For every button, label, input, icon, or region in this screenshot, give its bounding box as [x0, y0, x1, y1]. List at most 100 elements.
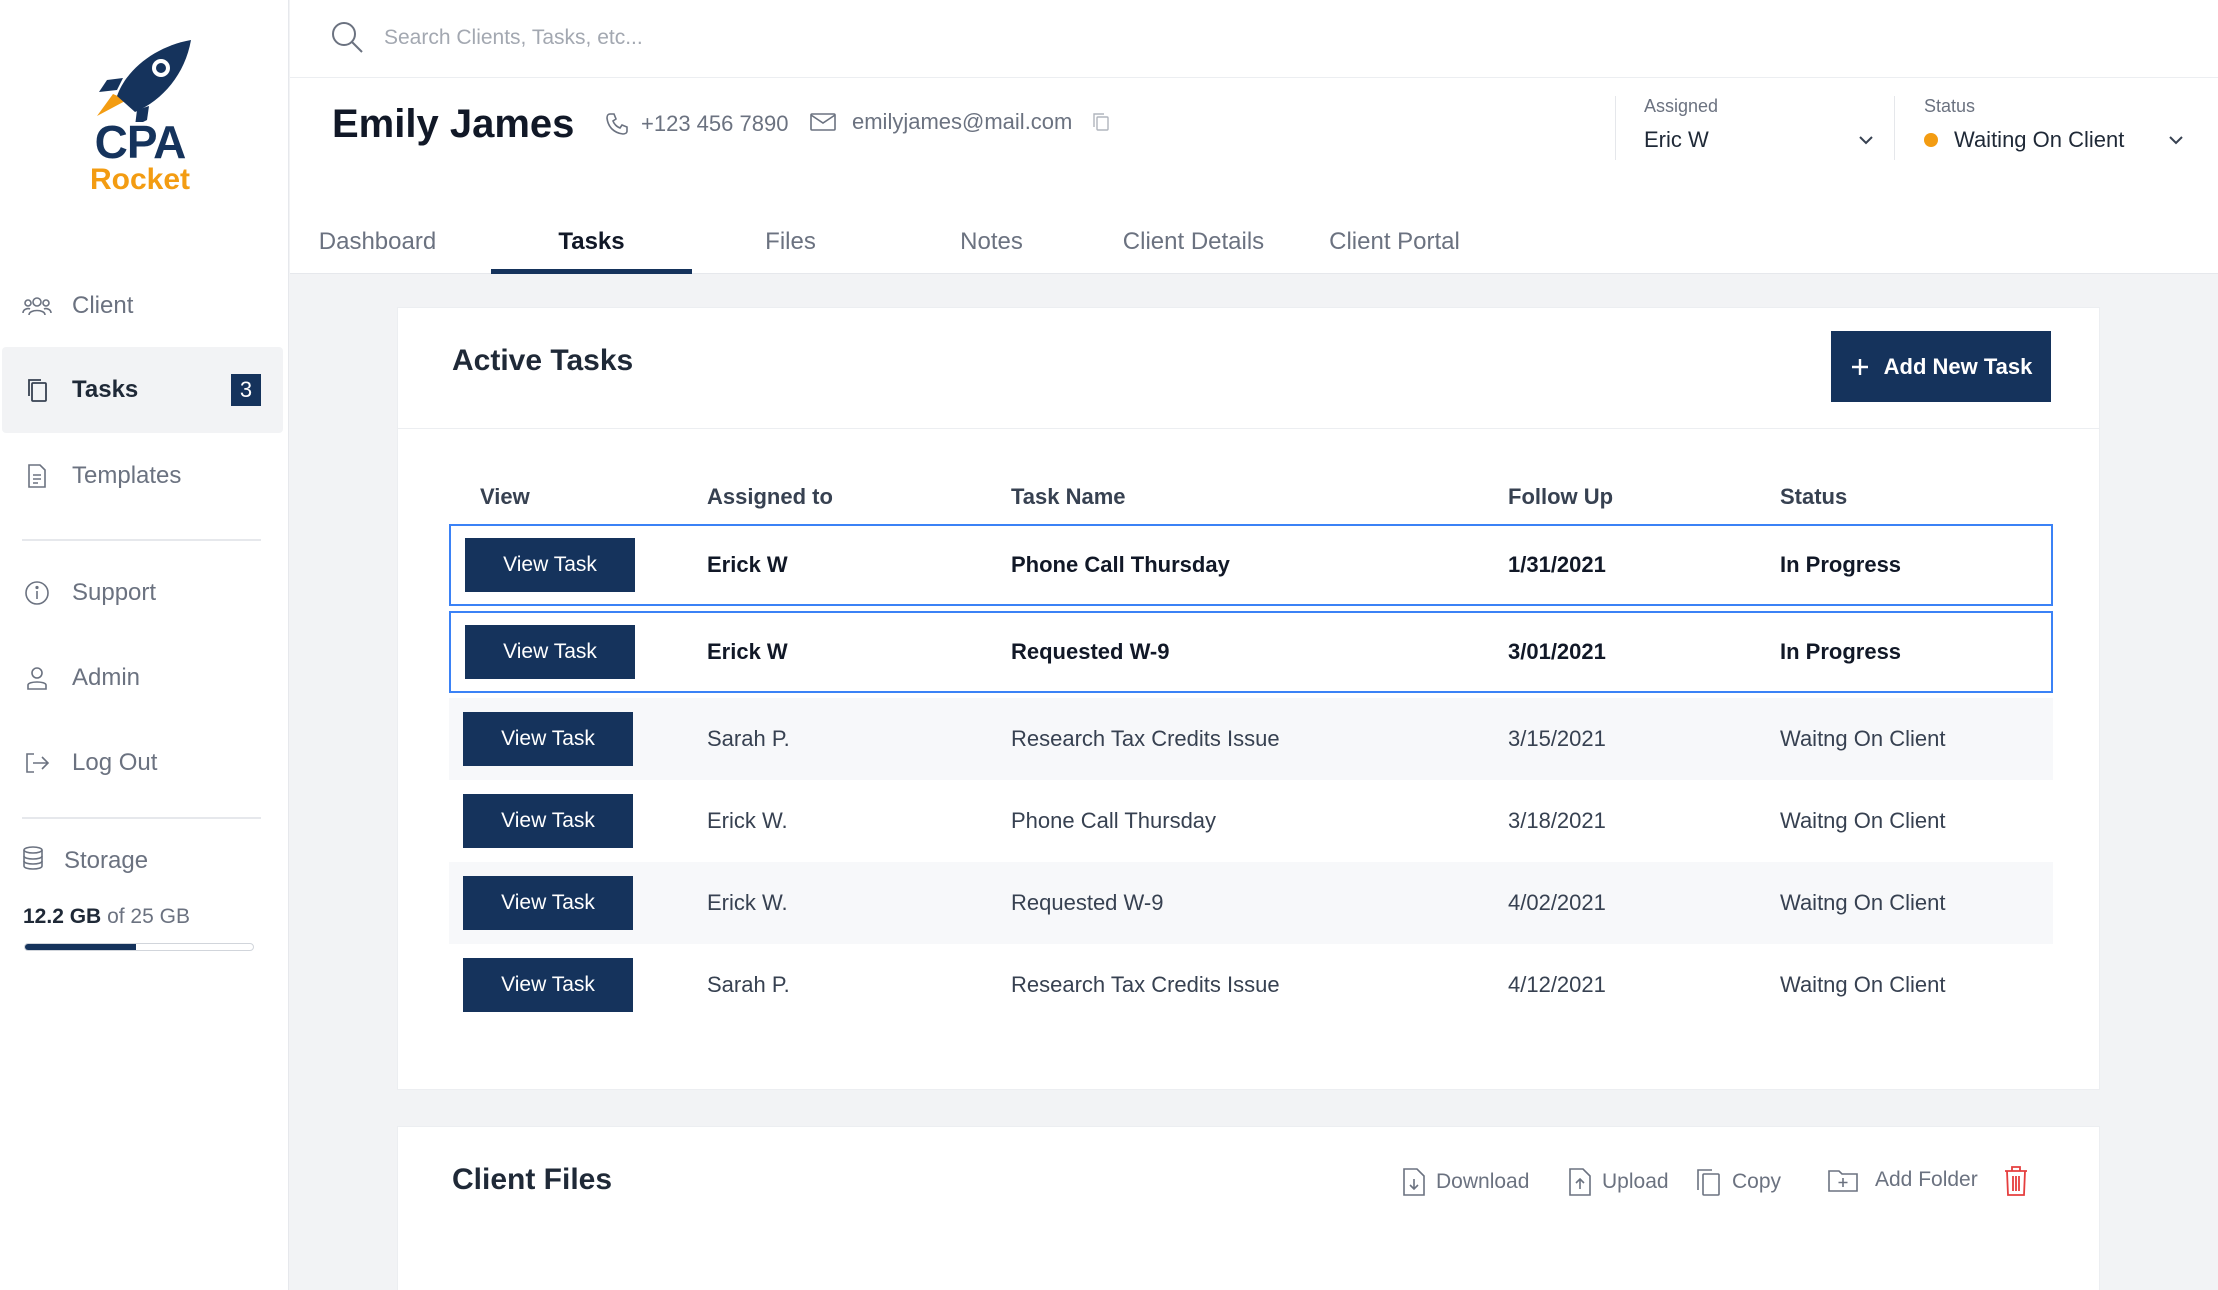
storage-label: Storage: [64, 846, 149, 874]
sidebar-item-label: Support: [72, 579, 157, 606]
task-name: Requested W-9: [1011, 890, 1164, 915]
admin-user-icon: [22, 663, 52, 693]
view-task-button[interactable]: View Task: [463, 712, 633, 766]
task-row[interactable]: View Task Erick W Phone Call Thursday 1/…: [449, 524, 2053, 606]
sidebar-item-label: Templates: [72, 462, 182, 489]
task-follow-up: 1/31/2021: [1508, 552, 1606, 577]
task-row[interactable]: View Task Sarah P. Research Tax Credits …: [449, 944, 2053, 1026]
assigned-select[interactable]: Assigned Eric W: [1644, 96, 1874, 160]
logout-icon: [22, 748, 52, 778]
storage-progress-fill: [25, 944, 137, 950]
sidebar: CPA Rocket Client Tasks 3 Templates Supp…: [0, 0, 289, 1290]
cpa-rocket-logo[interactable]: CPA Rocket: [85, 38, 195, 198]
view-task-button[interactable]: View Task: [463, 794, 633, 848]
task-status: Waitng On Client: [1780, 890, 1946, 915]
sidebar-item-label: Tasks: [72, 376, 139, 403]
task-name: Phone Call Thursday: [1011, 552, 1230, 577]
task-name: Research Tax Credits Issue: [1011, 726, 1280, 751]
task-status: In Progress: [1780, 639, 1902, 664]
assigned-value: Eric W: [1644, 127, 1709, 152]
view-task-button[interactable]: View Task: [463, 958, 633, 1012]
client-phone-text: +123 456 7890: [641, 111, 789, 136]
task-assigned: Erick W.: [707, 890, 788, 915]
client-name: Emily James: [332, 102, 575, 146]
header-divider: [1615, 96, 1616, 160]
sidebar-item-logout[interactable]: Log Out: [2, 720, 283, 806]
logo-text-rocket: Rocket: [89, 163, 191, 196]
delete-button[interactable]: [2003, 1165, 2039, 1197]
task-follow-up: 3/01/2021: [1508, 639, 1606, 664]
sidebar-divider: [22, 817, 261, 819]
tab-client-portal[interactable]: Client Portal: [1294, 212, 1495, 274]
active-tasks-card: Active Tasks Add New Task View Assigned …: [397, 307, 2100, 1090]
status-select[interactable]: Status Waiting On Client: [1924, 96, 2184, 160]
download-button[interactable]: Download: [1402, 1167, 1529, 1197]
task-follow-up: 4/02/2021: [1508, 890, 1606, 915]
sidebar-item-tasks[interactable]: Tasks 3: [2, 347, 283, 433]
view-task-button[interactable]: View Task: [465, 625, 635, 679]
header-divider: [1894, 96, 1895, 160]
column-header-follow-up: Follow Up: [1508, 484, 1614, 509]
task-status: Waitng On Client: [1780, 726, 1946, 751]
add-folder-label: Add Folder: [1875, 1168, 1978, 1191]
view-task-button[interactable]: View Task: [463, 876, 633, 930]
upload-button[interactable]: Upload: [1568, 1167, 1669, 1197]
task-assigned: Sarah P.: [707, 726, 790, 751]
task-assigned: Erick W: [707, 639, 788, 664]
plus-icon: [1850, 357, 1870, 377]
tab-notes[interactable]: Notes: [891, 212, 1092, 274]
search-bar: [290, 0, 2218, 78]
column-header-view: View: [480, 484, 530, 509]
add-new-task-button[interactable]: Add New Task: [1831, 331, 2051, 402]
client-files-title: Client Files: [452, 1163, 613, 1196]
status-value-row: Waiting On Client: [1924, 127, 2184, 153]
column-header-assigned: Assigned to: [707, 484, 833, 509]
copy-button[interactable]: Copy: [1694, 1167, 1781, 1197]
tab-client-details[interactable]: Client Details: [1093, 212, 1294, 274]
trash-icon: [2003, 1165, 2029, 1197]
info-icon: [22, 578, 52, 608]
sidebar-item-label: Log Out: [72, 749, 158, 776]
tab-tasks[interactable]: Tasks: [491, 212, 692, 274]
sidebar-item-support[interactable]: Support: [2, 550, 283, 636]
task-assigned: Erick W.: [707, 808, 788, 833]
view-task-button[interactable]: View Task: [465, 538, 635, 592]
task-status: Waitng On Client: [1780, 972, 1946, 997]
sidebar-item-label: Admin: [72, 664, 141, 691]
add-folder-icon: [1827, 1167, 1859, 1193]
storage-total: of 25 GB: [107, 905, 190, 928]
rocket-icon: [97, 40, 191, 122]
task-row[interactable]: View Task Sarah P. Research Tax Credits …: [449, 698, 2053, 780]
sidebar-divider: [22, 539, 261, 541]
task-follow-up: 3/15/2021: [1508, 726, 1606, 751]
sidebar-item-templates[interactable]: Templates: [2, 433, 283, 519]
download-label: Download: [1436, 1170, 1530, 1193]
sidebar-item-admin[interactable]: Admin: [2, 635, 283, 721]
search-input[interactable]: [384, 18, 1084, 58]
tab-dashboard[interactable]: Dashboard: [277, 212, 478, 274]
task-assigned: Sarah P.: [707, 972, 790, 997]
client-email[interactable]: emilyjames@mail.com: [810, 109, 1122, 135]
client-header: Emily James +123 456 7890 emilyjames@mai…: [290, 0, 2218, 274]
client-phone[interactable]: +123 456 7890: [605, 111, 788, 137]
download-file-icon: [1402, 1167, 1426, 1197]
chevron-down-icon: [2168, 132, 2184, 150]
sidebar-item-client[interactable]: Client: [2, 263, 283, 349]
task-row[interactable]: View Task Erick W. Requested W-9 4/02/20…: [449, 862, 2053, 944]
task-row[interactable]: View Task Erick W. Phone Call Thursday 3…: [449, 780, 2053, 862]
copy-email-icon[interactable]: [1092, 112, 1110, 132]
add-folder-button[interactable]: Add Folder: [1827, 1167, 1978, 1193]
task-status: Waitng On Client: [1780, 808, 1946, 833]
assigned-label: Assigned: [1644, 96, 1719, 116]
status-label: Status: [1924, 96, 1976, 116]
tab-files[interactable]: Files: [690, 212, 891, 274]
column-header-task-name: Task Name: [1011, 484, 1126, 509]
active-tasks-title: Active Tasks: [452, 344, 634, 377]
task-status: In Progress: [1780, 552, 1902, 577]
task-row[interactable]: View Task Erick W Requested W-9 3/01/202…: [449, 611, 2053, 693]
search-icon[interactable]: [330, 20, 364, 59]
storage-usage-text: 12.2 GB of 25 GB: [23, 905, 190, 929]
status-dot: [1924, 133, 1938, 147]
add-new-task-label: Add New Task: [1883, 353, 2033, 379]
phone-icon: [605, 112, 629, 136]
